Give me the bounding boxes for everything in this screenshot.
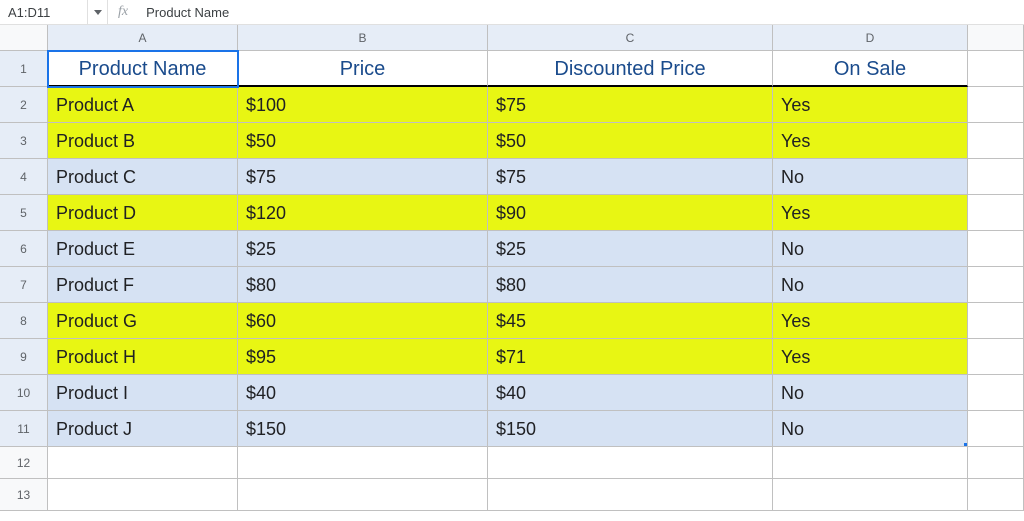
- data-cell[interactable]: $25: [238, 231, 488, 267]
- column-headers: ABCD: [48, 25, 1024, 51]
- data-cell[interactable]: $71: [488, 339, 773, 375]
- data-cell[interactable]: $60: [238, 303, 488, 339]
- data-cell[interactable]: Product I: [48, 375, 238, 411]
- column-header-C[interactable]: C: [488, 25, 773, 51]
- data-cell[interactable]: No: [773, 375, 968, 411]
- data-cell[interactable]: $95: [238, 339, 488, 375]
- data-cell[interactable]: $75: [488, 159, 773, 195]
- cell-empty[interactable]: [968, 479, 1024, 511]
- select-all-corner[interactable]: [0, 25, 48, 51]
- cell-empty[interactable]: [773, 447, 968, 479]
- data-cell[interactable]: $75: [238, 159, 488, 195]
- name-box-dropdown[interactable]: [88, 0, 108, 24]
- data-cell[interactable]: $75: [488, 87, 773, 123]
- data-cell[interactable]: $80: [238, 267, 488, 303]
- data-cell[interactable]: $90: [488, 195, 773, 231]
- spreadsheet-grid: ABCD 1Product NamePriceDiscounted PriceO…: [0, 25, 1024, 511]
- row-header-3[interactable]: 3: [0, 123, 48, 159]
- row-header-5[interactable]: 5: [0, 195, 48, 231]
- cell-empty[interactable]: [238, 479, 488, 511]
- row-header-2[interactable]: 2: [0, 87, 48, 123]
- data-cell[interactable]: $45: [488, 303, 773, 339]
- column-header-A[interactable]: A: [48, 25, 238, 51]
- row-header-11[interactable]: 11: [0, 411, 48, 447]
- column-header-B[interactable]: B: [238, 25, 488, 51]
- row-header-6[interactable]: 6: [0, 231, 48, 267]
- row-header-8[interactable]: 8: [0, 303, 48, 339]
- data-cell[interactable]: Yes: [773, 87, 968, 123]
- row-header-1[interactable]: 1: [0, 51, 48, 87]
- name-box[interactable]: A1:D11: [0, 0, 88, 24]
- data-cell[interactable]: Product D: [48, 195, 238, 231]
- header-cell-on-sale[interactable]: On Sale: [773, 51, 968, 87]
- cell-empty[interactable]: [968, 231, 1024, 267]
- cell-empty[interactable]: [968, 51, 1024, 87]
- data-cell[interactable]: $25: [488, 231, 773, 267]
- data-cell[interactable]: Product F: [48, 267, 238, 303]
- column-header-D[interactable]: D: [773, 25, 968, 51]
- data-cell[interactable]: $50: [488, 123, 773, 159]
- data-cell[interactable]: $50: [238, 123, 488, 159]
- cell-empty[interactable]: [968, 447, 1024, 479]
- data-cell[interactable]: Yes: [773, 303, 968, 339]
- row-header-13[interactable]: 13: [0, 479, 48, 511]
- cell-empty[interactable]: [48, 447, 238, 479]
- cell-empty[interactable]: [968, 267, 1024, 303]
- fx-icon: fx: [108, 4, 138, 20]
- cell-empty[interactable]: [238, 447, 488, 479]
- row-header-10[interactable]: 10: [0, 375, 48, 411]
- data-cell[interactable]: $100: [238, 87, 488, 123]
- data-cell[interactable]: Product A: [48, 87, 238, 123]
- data-cell[interactable]: Product H: [48, 339, 238, 375]
- chevron-down-icon: [94, 10, 102, 15]
- cell-empty[interactable]: [968, 159, 1024, 195]
- cell-empty[interactable]: [773, 479, 968, 511]
- cell-empty[interactable]: [968, 375, 1024, 411]
- data-cell[interactable]: Yes: [773, 339, 968, 375]
- row-header-12[interactable]: 12: [0, 447, 48, 479]
- data-cell[interactable]: No: [773, 231, 968, 267]
- data-cell[interactable]: Product J: [48, 411, 238, 447]
- formula-input[interactable]: Product Name: [138, 5, 1024, 20]
- data-cell[interactable]: $150: [488, 411, 773, 447]
- data-cell[interactable]: No: [773, 411, 968, 447]
- row-header-7[interactable]: 7: [0, 267, 48, 303]
- cell-empty[interactable]: [48, 479, 238, 511]
- data-cell[interactable]: Yes: [773, 195, 968, 231]
- row-header-4[interactable]: 4: [0, 159, 48, 195]
- cell-empty[interactable]: [968, 195, 1024, 231]
- formula-bar: A1:D11 fx Product Name: [0, 0, 1024, 25]
- column-header-blank[interactable]: [968, 25, 1024, 51]
- row-header-9[interactable]: 9: [0, 339, 48, 375]
- cell-empty[interactable]: [968, 303, 1024, 339]
- data-cell[interactable]: Product G: [48, 303, 238, 339]
- header-cell-discounted-price[interactable]: Discounted Price: [488, 51, 773, 87]
- data-cell[interactable]: $40: [488, 375, 773, 411]
- data-cell[interactable]: No: [773, 159, 968, 195]
- data-cell[interactable]: $120: [238, 195, 488, 231]
- data-cell[interactable]: Product C: [48, 159, 238, 195]
- data-cell[interactable]: Yes: [773, 123, 968, 159]
- data-cell[interactable]: $40: [238, 375, 488, 411]
- cell-empty[interactable]: [488, 447, 773, 479]
- data-cell[interactable]: $80: [488, 267, 773, 303]
- data-cell[interactable]: Product B: [48, 123, 238, 159]
- cell-empty[interactable]: [968, 123, 1024, 159]
- data-cell[interactable]: Product E: [48, 231, 238, 267]
- cell-empty[interactable]: [968, 339, 1024, 375]
- data-cell[interactable]: No: [773, 267, 968, 303]
- header-cell-product-name[interactable]: Product Name: [48, 51, 238, 87]
- cell-empty[interactable]: [968, 411, 1024, 447]
- cell-empty[interactable]: [968, 87, 1024, 123]
- header-cell-price[interactable]: Price: [238, 51, 488, 87]
- data-cell[interactable]: $150: [238, 411, 488, 447]
- cell-empty[interactable]: [488, 479, 773, 511]
